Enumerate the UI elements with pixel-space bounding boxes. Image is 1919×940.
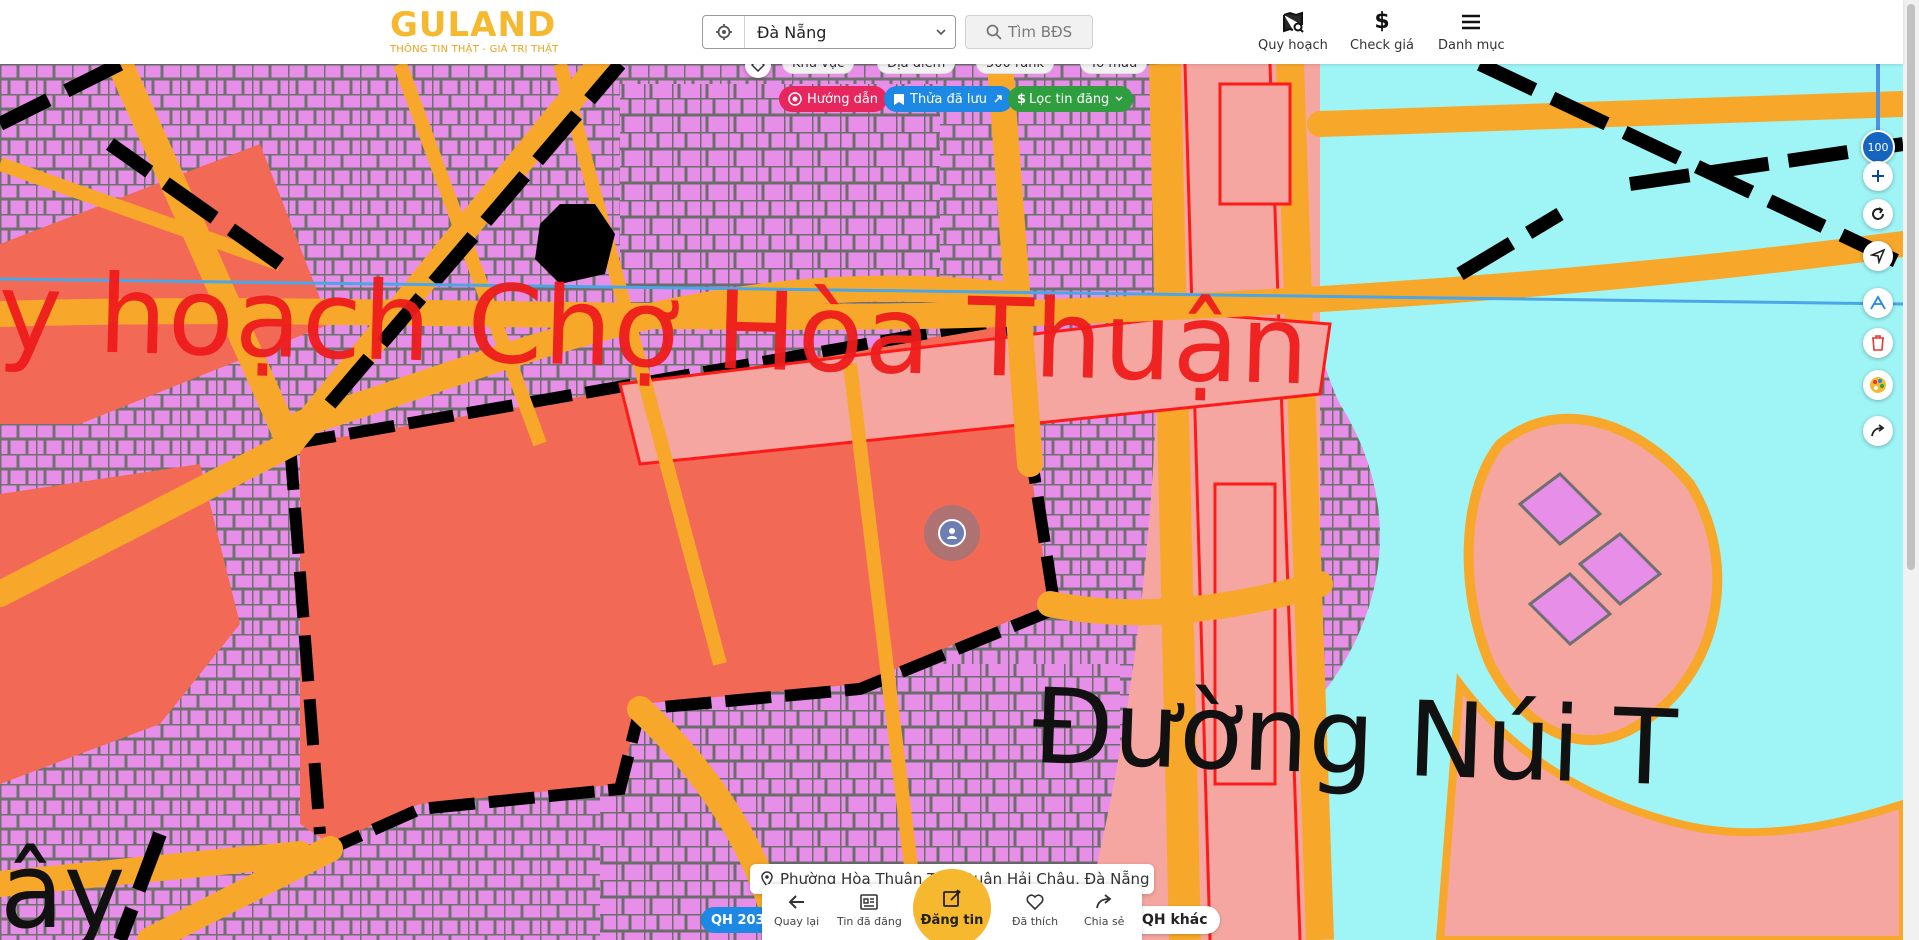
- scrollbar-thumb[interactable]: [1907, 4, 1915, 570]
- measure-button[interactable]: [1863, 288, 1893, 318]
- map-corner-label: ây: [0, 830, 126, 940]
- liked-button[interactable]: Đã thích: [1012, 892, 1058, 928]
- map-street-label: Đường Núi T: [1030, 665, 1679, 810]
- bookmark-icon: [894, 93, 904, 105]
- palette-button[interactable]: [1863, 370, 1893, 400]
- share-icon: [1871, 424, 1885, 437]
- share-icon: [1096, 894, 1112, 909]
- map-center-marker[interactable]: [924, 505, 980, 561]
- guide-chip[interactable]: Hướng dẫn: [779, 86, 888, 112]
- back-button[interactable]: Quay lại: [774, 892, 819, 928]
- qh-other-chip[interactable]: QH khác: [1130, 906, 1220, 934]
- share-map-button[interactable]: [1863, 416, 1893, 446]
- edit-icon: [943, 889, 961, 907]
- nav-planning[interactable]: Quy hoạch: [1258, 10, 1328, 53]
- zoom-in-button[interactable]: [1863, 161, 1893, 191]
- heart-icon: [1026, 894, 1044, 911]
- guland-logo[interactable]: GULAND THÔNG TIN THẬT - GIÁ TRỊ THẬT: [390, 8, 560, 58]
- palette-icon: [1870, 377, 1886, 393]
- target-icon: [788, 92, 802, 106]
- city-select-value: Đà Nẵng: [757, 22, 827, 42]
- app-root: y hoạch Chợ Hòa Thuận Đường Núi T ây Khu…: [0, 0, 1919, 940]
- locate-button[interactable]: [1863, 241, 1893, 271]
- map-search-icon: [1282, 11, 1304, 33]
- refresh-button[interactable]: [1863, 199, 1893, 229]
- filter-listings-chip[interactable]: $ Lọc tin đăng: [1008, 86, 1134, 112]
- property-search-input[interactable]: Tìm BĐS: [965, 15, 1093, 49]
- trash-icon: [1872, 335, 1884, 351]
- refresh-icon: [1872, 207, 1884, 220]
- delete-button[interactable]: [1863, 328, 1893, 358]
- dollar-icon: $: [1374, 9, 1390, 34]
- saved-parcels-chip[interactable]: Thửa đã lưu: [884, 86, 1013, 112]
- opacity-slider-knob[interactable]: 100: [1861, 130, 1895, 164]
- chevron-down-icon: [927, 16, 955, 48]
- external-link-icon: [994, 95, 1002, 103]
- news-icon: [860, 894, 879, 910]
- planning-map[interactable]: [0, 64, 1903, 940]
- city-select[interactable]: Đà Nẵng: [702, 15, 956, 49]
- posted-listings-button[interactable]: Tin đã đăng: [837, 892, 902, 928]
- measure-icon: [1870, 295, 1886, 310]
- crosshair-icon: [715, 24, 732, 40]
- logo-wordmark: GULAND: [390, 5, 557, 45]
- logo-tagline: THÔNG TIN THẬT - GIÁ TRỊ THẬT: [390, 44, 559, 55]
- page-scrollbar[interactable]: [1903, 0, 1919, 940]
- locate-city-button[interactable]: [703, 16, 745, 48]
- menu-icon: [1462, 14, 1481, 30]
- top-header: GULAND THÔNG TIN THẬT - GIÁ TRỊ THẬT Đà …: [0, 0, 1903, 64]
- chevron-down-icon: [1115, 96, 1123, 102]
- nav-menu[interactable]: Danh mục: [1438, 10, 1505, 53]
- opacity-slider-track[interactable]: [1876, 64, 1880, 140]
- nav-check-price[interactable]: $ Check giá: [1350, 9, 1414, 54]
- map-canvas[interactable]: [0, 64, 1903, 940]
- share-button[interactable]: Chia sẻ: [1084, 892, 1124, 928]
- arrow-left-icon: [788, 895, 804, 909]
- search-icon: [986, 24, 1002, 40]
- zoom-in-icon: [1872, 170, 1884, 182]
- user-location-icon: [938, 519, 966, 547]
- locate-icon: [1870, 248, 1886, 264]
- dollar-icon: $: [1017, 91, 1027, 107]
- post-listing-button[interactable]: Đăng tin: [913, 869, 991, 940]
